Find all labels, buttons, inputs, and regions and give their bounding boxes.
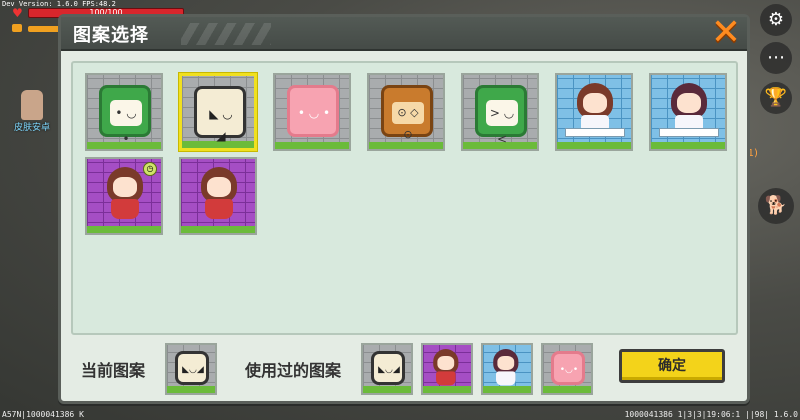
current-pattern-label: 当前图案 bbox=[81, 361, 146, 380]
bunny-face-icon: • ◡ • bbox=[287, 85, 339, 137]
npc-character[interactable]: 皮肤安卓 bbox=[14, 90, 50, 134]
settings-gear-icon[interactable]: ⚙ bbox=[760, 4, 792, 36]
hunger-icon bbox=[12, 24, 22, 32]
header-decoration bbox=[181, 23, 271, 45]
panda-face-icon: ◣◡◢ bbox=[371, 351, 405, 385]
girl-character-icon bbox=[195, 167, 243, 221]
used-pattern-bunny[interactable]: •◡• bbox=[541, 343, 593, 395]
right-hud: ⚙ ⋯ 🏆 🐕 bbox=[754, 0, 800, 420]
current-pattern-preview: ◣◡◢ bbox=[165, 343, 217, 395]
girl-character-icon bbox=[429, 349, 463, 387]
panda-face-icon: ◣◡◢ bbox=[175, 351, 209, 385]
name-sign-icon bbox=[565, 128, 625, 137]
girl-character-icon bbox=[101, 167, 149, 221]
confirm-button[interactable]: 确定 bbox=[619, 349, 725, 383]
pattern-panda-block[interactable]: ◣ ◡ ◢ bbox=[179, 73, 257, 151]
debug-id-left: A57N|1000041386 K bbox=[2, 410, 84, 419]
heart-icon: ♥ bbox=[12, 6, 23, 20]
pattern-girl-purple-1[interactable]: ◷ bbox=[85, 157, 163, 235]
pattern-green-block[interactable]: • ◡ • bbox=[85, 73, 163, 151]
bear-face-icon: ⊙ ◇ ⊙ bbox=[381, 85, 433, 141]
close-x-icon[interactable]: ✕ bbox=[707, 15, 745, 53]
dialog-footer: 当前图案 ◣◡◢ 使用过的图案 ◣◡◢ •◡• 确定 bbox=[61, 339, 747, 401]
npc-avatar bbox=[21, 90, 43, 120]
dialog-header: 图案选择 bbox=[61, 17, 747, 51]
pattern-grid: • ◡ • ◣ ◡ ◢ • ◡ • ⊙ ◇ ⊙ > ◡ < ◷ bbox=[71, 61, 738, 335]
name-sign-icon bbox=[659, 128, 719, 137]
girl-character-icon bbox=[489, 349, 523, 387]
green-block-face-icon: • ◡ • bbox=[99, 85, 151, 146]
dialog-title: 图案选择 bbox=[73, 25, 149, 46]
npc-label: 皮肤安卓 bbox=[14, 123, 51, 133]
pattern-girl-blue-2[interactable] bbox=[649, 73, 727, 151]
panda-face-icon: ◣ ◡ ◢ bbox=[194, 86, 246, 143]
used-pattern-girl-blue[interactable] bbox=[481, 343, 533, 395]
pattern-select-dialog: 图案选择 ✕ • ◡ • ◣ ◡ ◢ • ◡ • ⊙ ◇ ⊙ > ◡ < ◷ 当… bbox=[58, 14, 750, 404]
pattern-green-block-wink[interactable]: > ◡ < bbox=[461, 73, 539, 151]
pattern-bear-block[interactable]: ⊙ ◇ ⊙ bbox=[367, 73, 445, 151]
pattern-girl-purple-2[interactable] bbox=[179, 157, 257, 235]
used-pattern-panda[interactable]: ◣◡◢ bbox=[361, 343, 413, 395]
green-block-wink-face-icon: > ◡ < bbox=[475, 85, 527, 146]
more-menu-icon[interactable]: ⋯ bbox=[760, 42, 792, 74]
pet-dog-icon[interactable]: 🐕 bbox=[758, 188, 794, 224]
debug-id-right: 1000041386 1|3|3|19:06:1 ||98| 1.6.0 bbox=[624, 410, 798, 419]
trophy-icon[interactable]: 🏆 bbox=[760, 82, 792, 114]
used-pattern-girl-purple[interactable] bbox=[421, 343, 473, 395]
pattern-girl-blue-1[interactable] bbox=[555, 73, 633, 151]
clock-icon: ◷ bbox=[143, 162, 157, 176]
used-patterns-label: 使用过的图案 bbox=[245, 361, 342, 380]
pattern-bunny-block[interactable]: • ◡ • bbox=[273, 73, 351, 151]
bunny-face-icon: •◡• bbox=[551, 351, 585, 385]
